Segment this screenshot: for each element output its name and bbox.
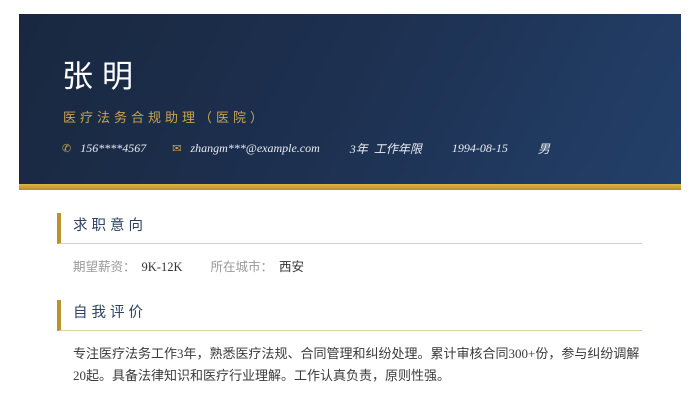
gender: 男	[537, 142, 550, 156]
section-job-intention: 求职意向 期望薪资： 9K-12K 所在城市： 西安	[57, 213, 642, 276]
resume-body: 求职意向 期望薪资： 9K-12K 所在城市： 西安 自我评价 专注医疗法务工作…	[57, 213, 642, 387]
section-title: 自我评价	[73, 305, 147, 321]
section-header-job-intention: 求职意向	[57, 213, 642, 244]
contact-row: ✆ 156****4567 ✉ zhangm***@example.com 3年…	[62, 140, 661, 157]
field-expected-salary: 期望薪资： 9K-12K	[73, 259, 182, 276]
phone-icon: ✆	[62, 142, 72, 155]
section-header-self-evaluation: 自我评价	[57, 300, 642, 331]
self-evaluation-text: 专注医疗法务工作3年，熟悉医疗法规、合同管理和纠纷处理。累计审核合同300+份，…	[73, 346, 640, 383]
email-icon: ✉	[172, 142, 182, 155]
gold-divider	[19, 184, 681, 190]
field-value: 9K-12K	[141, 260, 183, 274]
experience-value: 3年	[349, 142, 368, 156]
job-intention-fields: 期望薪资： 9K-12K 所在城市： 西安	[73, 259, 642, 276]
section-title: 求职意向	[73, 218, 147, 234]
job-title: 医疗法务合规助理（医院）	[63, 110, 268, 125]
birth-date: 1994-08-15	[451, 141, 508, 155]
resume-header-banner: 张明 医疗法务合规助理（医院） ✆ 156****4567 ✉ zhangm**…	[19, 14, 681, 184]
email-address: zhangm***@example.com	[190, 141, 320, 155]
candidate-name: 张明	[62, 59, 142, 94]
work-experience: 3年 工作年限	[350, 140, 422, 157]
experience-label: 工作年限	[373, 142, 422, 156]
field-label: 期望薪资：	[73, 260, 136, 274]
section-self-evaluation: 自我评价 专注医疗法务工作3年，熟悉医疗法规、合同管理和纠纷处理。累计审核合同3…	[57, 300, 642, 387]
phone-number: 156****4567	[80, 141, 147, 155]
field-city: 所在城市： 西安	[210, 259, 304, 276]
field-value: 西安	[279, 260, 305, 274]
field-label: 所在城市：	[210, 260, 273, 274]
